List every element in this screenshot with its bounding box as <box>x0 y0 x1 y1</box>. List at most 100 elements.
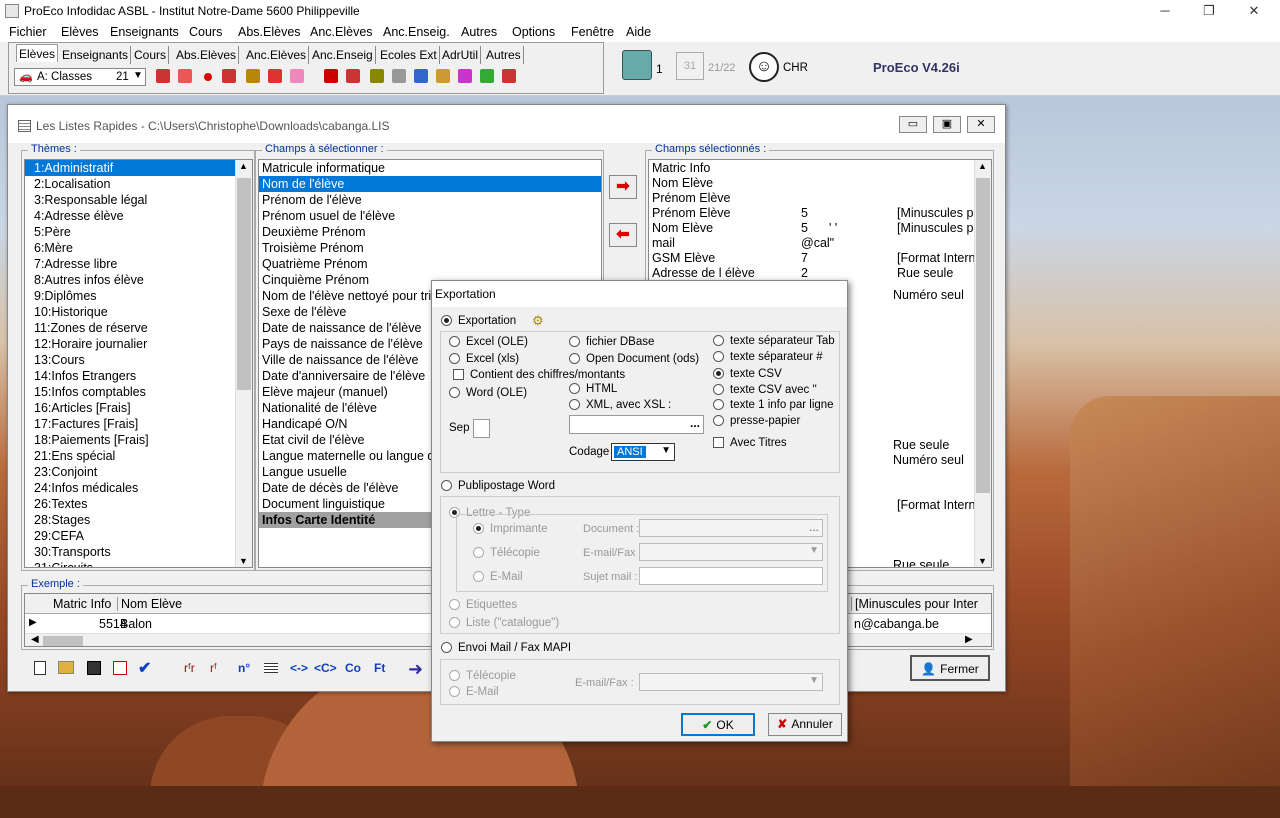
opt-ods[interactable]: Open Document (ods) <box>569 353 699 366</box>
chevron-down-icon[interactable]: ▼ <box>239 556 248 566</box>
maximize-button[interactable]: ▣ <box>933 116 961 133</box>
theme-item[interactable]: 4:Adresse élève <box>25 208 252 224</box>
browse-icon[interactable]: ... <box>809 520 819 534</box>
ring-icon[interactable] <box>178 69 192 83</box>
theme-item[interactable]: 23:Conjoint <box>25 464 252 480</box>
network-icon[interactable] <box>346 69 360 83</box>
opt-csv-quotes[interactable]: texte CSV avec '' <box>713 384 817 397</box>
opt-one-per-line[interactable]: texte 1 info par ligne <box>713 399 834 412</box>
open-folder-icon[interactable] <box>58 661 74 674</box>
co-tool[interactable]: Co <box>345 661 361 675</box>
theme-item[interactable]: 16:Articles [Frais] <box>25 400 252 416</box>
theme-item[interactable]: 10:Historique <box>25 304 252 320</box>
field-item[interactable]: Troisième Prénom <box>259 240 601 256</box>
opt-html[interactable]: HTML <box>569 383 617 396</box>
theme-item[interactable]: 12:Horaire journalier <box>25 336 252 352</box>
menu-autres[interactable]: Autres <box>461 25 497 39</box>
lines-icon[interactable] <box>264 663 278 673</box>
chevron-down-icon[interactable]: ▼ <box>978 556 987 566</box>
scissors-icon[interactable] <box>458 69 472 83</box>
theme-item[interactable]: 29:CEFA <box>25 528 252 544</box>
tab-anc-eleves[interactable]: Anc.Elèves <box>244 46 310 64</box>
avec-titres-checkbox[interactable]: Avec Titres <box>713 437 787 450</box>
close-button[interactable]: ✕ <box>967 116 995 133</box>
tab-anc-enseig[interactable]: Anc.Enseig <box>310 46 376 64</box>
save-icon[interactable] <box>87 661 101 675</box>
pen-icon[interactable] <box>436 69 450 83</box>
smiley-icon[interactable]: ☺ <box>749 52 779 82</box>
mapi-radio[interactable]: Envoi Mail / Fax MAPI <box>441 642 571 655</box>
table-icon[interactable] <box>370 69 384 83</box>
menu-fenetre[interactable]: Fenêtre <box>571 25 614 39</box>
users-icon[interactable] <box>246 69 260 83</box>
export-radio[interactable]: Exportation <box>441 315 516 328</box>
theme-item[interactable]: 6:Mère <box>25 240 252 256</box>
field-item[interactable]: Prénom de l'élève <box>259 192 601 208</box>
opt-hash-separator[interactable]: texte séparateur # <box>713 351 823 364</box>
fax-radio[interactable]: Télécopie <box>473 547 540 560</box>
station-icon[interactable] <box>622 50 652 80</box>
menu-abs-eleves[interactable]: Abs.Elèves <box>238 25 301 39</box>
theme-item[interactable]: 21:Ens spécial <box>25 448 252 464</box>
tab-cours[interactable]: Cours <box>132 46 170 64</box>
theme-item[interactable]: 5:Père <box>25 224 252 240</box>
browse-icon[interactable]: ... <box>690 416 700 430</box>
document-input[interactable]: ... <box>639 519 823 537</box>
theme-item[interactable]: 15:Infos comptables <box>25 384 252 400</box>
opt-word-ole[interactable]: Word (OLE) <box>449 387 527 400</box>
minimize-button[interactable]: ─ <box>1155 2 1175 20</box>
theme-item[interactable]: 17:Factures [Frais] <box>25 416 252 432</box>
field-item[interactable]: Deuxième Prénom <box>259 224 601 240</box>
new-file-icon[interactable] <box>34 661 46 675</box>
restore-button[interactable]: ❐ <box>1199 2 1219 20</box>
catalogue-radio[interactable]: Liste ("catalogue") <box>449 617 559 630</box>
car-red-icon[interactable] <box>324 69 338 83</box>
email-radio[interactable]: E-Mail <box>473 571 523 584</box>
theme-item[interactable]: 2:Localisation <box>25 176 252 192</box>
opt-xml-xsl[interactable]: XML, avec XSL : <box>569 399 671 412</box>
opt-dbase[interactable]: fichier DBase <box>569 336 654 349</box>
theme-item[interactable]: 14:Infos Etrangers <box>25 368 252 384</box>
number-tool[interactable]: n° <box>238 661 250 675</box>
sep-input[interactable] <box>473 419 490 438</box>
menu-aide[interactable]: Aide <box>626 25 651 39</box>
opt-excel-xls[interactable]: Excel (xls) <box>449 353 519 366</box>
tab-ecoles-ext[interactable]: Ecoles Ext <box>378 46 440 64</box>
field-item[interactable]: Quatrième Prénom <box>259 256 601 272</box>
hand-icon[interactable] <box>156 69 170 83</box>
arrow-right-icon[interactable]: ➜ <box>408 659 423 680</box>
theme-item[interactable]: 26:Textes <box>25 496 252 512</box>
contains-numbers-checkbox[interactable]: Contient des chiffres/montants <box>453 369 625 382</box>
opt-clipboard[interactable]: presse-papier <box>713 415 800 428</box>
tab-enseignants[interactable]: Enseignants <box>60 46 132 64</box>
menu-eleves[interactable]: Elèves <box>61 25 99 39</box>
cancel-button[interactable]: ✘ Annuler <box>768 713 842 736</box>
fxf-tool[interactable]: rᶠr <box>184 661 195 675</box>
scroll-thumb[interactable] <box>976 178 990 493</box>
menu-fichier[interactable]: Fichier <box>9 25 47 39</box>
menu-enseignants[interactable]: Enseignants <box>110 25 179 39</box>
theme-item[interactable]: 28:Stages <box>25 512 252 528</box>
menu-anc-eleves[interactable]: Anc.Elèves <box>310 25 373 39</box>
tab-autres[interactable]: Autres <box>484 46 524 64</box>
field-item[interactable]: Matricule informatique <box>259 160 601 176</box>
scroll-thumb[interactable] <box>43 636 83 646</box>
ok-button[interactable]: ✔ OK <box>681 713 755 736</box>
theme-item[interactable]: 18:Paiements [Frais] <box>25 432 252 448</box>
mapi-fax-radio[interactable]: Télécopie <box>449 670 516 683</box>
themes-scrollbar[interactable]: ▲ ▼ <box>235 160 252 567</box>
doc-icon[interactable] <box>290 69 304 83</box>
grid-icon[interactable] <box>222 69 236 83</box>
theme-item[interactable]: 13:Cours <box>25 352 252 368</box>
theme-item[interactable]: 11:Zones de réserve <box>25 320 252 336</box>
chevron-left-icon[interactable]: ◀ <box>31 634 39 645</box>
theme-item[interactable]: 7:Adresse libre <box>25 256 252 272</box>
subject-input[interactable] <box>639 567 823 585</box>
opt-tab-separator[interactable]: texte séparateur Tab <box>713 335 835 348</box>
theme-item[interactable]: 8:Autres infos élève <box>25 272 252 288</box>
theme-item[interactable]: 3:Responsable légal <box>25 192 252 208</box>
class-combo[interactable]: 🚗 A: Classes 21 ▼ <box>14 68 146 86</box>
labels-radio[interactable]: Etiquettes <box>449 599 517 612</box>
menu-options[interactable]: Options <box>512 25 555 39</box>
chevron-right-icon[interactable]: ▶ <box>965 634 973 645</box>
